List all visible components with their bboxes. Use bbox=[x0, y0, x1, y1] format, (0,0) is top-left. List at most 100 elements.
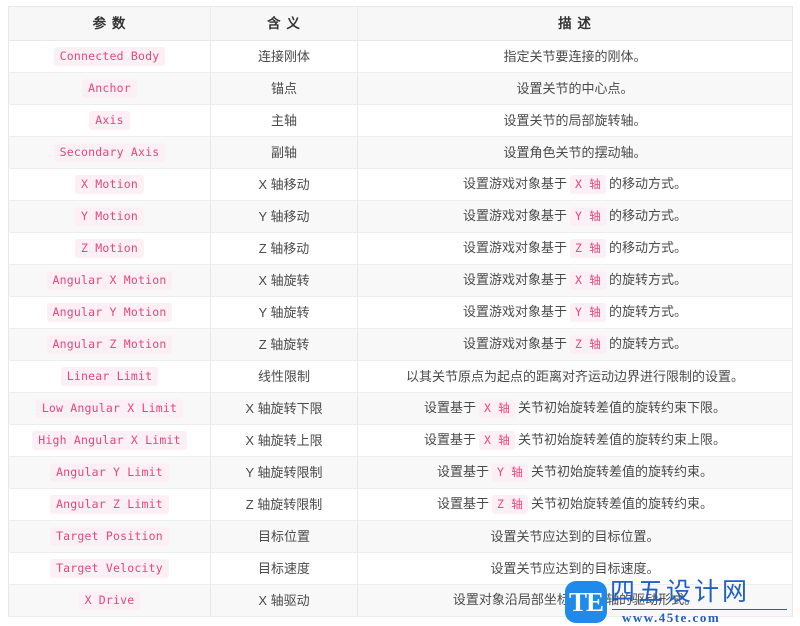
param-cell: Angular Y Motion bbox=[9, 297, 211, 329]
description-cell: 设置游戏对象基于X 轴的旋转方式。 bbox=[358, 265, 793, 297]
param-code-token: Linear Limit bbox=[61, 367, 158, 386]
param-code-token: X Motion bbox=[75, 175, 144, 194]
param-cell: Z Motion bbox=[9, 233, 211, 265]
param-code-token: Angular Z Limit bbox=[50, 495, 169, 514]
description-cell: 设置关节应达到的目标速度。 bbox=[358, 553, 793, 585]
table-body: Connected Body连接刚体指定关节要连接的刚体。Anchor锚点设置关… bbox=[9, 41, 793, 617]
param-cell: X Motion bbox=[9, 169, 211, 201]
description-text-leading: 设置基于 bbox=[424, 400, 476, 415]
description-text-trailing: 的旋转方式。 bbox=[609, 272, 687, 287]
param-code-token: Connected Body bbox=[54, 47, 166, 66]
description-text-trailing: 的旋转方式。 bbox=[609, 336, 687, 351]
param-code-token: Angular Y Limit bbox=[50, 463, 169, 482]
table-row: Low Angular X LimitX 轴旋转下限设置基于X 轴关节初始旋转差… bbox=[9, 393, 793, 425]
description-cell: 设置关节应达到的目标位置。 bbox=[358, 521, 793, 553]
meaning-cell: Z 轴旋转限制 bbox=[211, 489, 358, 521]
description-text-leading: 设置基于 bbox=[437, 496, 489, 511]
meaning-cell: X 轴旋转 bbox=[211, 265, 358, 297]
parameter-table: 参 数 含 义 描 述 Connected Body 连接刚体 指定关节要连接的刚体… bbox=[8, 6, 793, 617]
table-row: X Motion X 轴移动设置游戏对象基于X 轴的移动方式。 bbox=[9, 169, 793, 201]
meaning-cell: 连接刚体 bbox=[211, 41, 358, 73]
description-cell: 设置游戏对象基于Y 轴的旋转方式。 bbox=[358, 297, 793, 329]
description-text-trailing: 关节初始旋转差值的旋转约束。 bbox=[531, 464, 713, 479]
description-text-trailing: 的移动方式。 bbox=[609, 176, 687, 191]
description-cell: 设置基于X 轴关节初始旋转差值的旋转约束上限。 bbox=[358, 425, 793, 457]
param-code-token: Low Angular X Limit bbox=[36, 399, 183, 418]
param-code-token: Secondary Axis bbox=[54, 143, 166, 162]
param-code-token: Angular X Motion bbox=[47, 271, 173, 290]
description-text-leading: 设置游戏对象基于 bbox=[463, 208, 567, 223]
description-text-leading: 设置基于 bbox=[437, 464, 489, 479]
page-root: 参 数 含 义 描 述 Connected Body 连接刚体 指定关节要连接的刚体… bbox=[0, 0, 800, 626]
description-text-leading: 设置游戏对象基于 bbox=[463, 272, 567, 287]
param-code-token: Target Position bbox=[50, 527, 169, 546]
param-cell: Connected Body bbox=[9, 41, 211, 73]
description-cell: 设置基于X 轴关节初始旋转差值的旋转约束下限。 bbox=[358, 393, 793, 425]
table-row: X DriveX 轴驱动设置对象沿局部坐标系X轴的驱动形式。 bbox=[9, 585, 793, 617]
description-cell: 设置对象沿局部坐标系X轴的驱动形式。 bbox=[358, 585, 793, 617]
table-row: Secondary Axis 副轴 设置角色关节的摆动轴。 bbox=[9, 137, 793, 169]
param-code-token: Anchor bbox=[82, 79, 137, 98]
description-code-token: Z 轴 bbox=[492, 495, 528, 514]
description-code-token: Y 轴 bbox=[570, 303, 606, 322]
param-cell: Angular Y Limit bbox=[9, 457, 211, 489]
parameter-table-container: 参 数 含 义 描 述 Connected Body 连接刚体 指定关节要连接的刚体… bbox=[8, 6, 792, 617]
description-text-leading: 设置游戏对象基于 bbox=[463, 304, 567, 319]
description-text-leading: 指定关节要连接的刚体。 bbox=[503, 49, 646, 64]
table-header-row: 参 数 含 义 描 述 bbox=[9, 7, 793, 41]
param-code-token: Angular Z Motion bbox=[47, 335, 173, 354]
param-code-token: Z Motion bbox=[75, 239, 144, 258]
meaning-cell: 线性限制 bbox=[211, 361, 358, 393]
param-code-token: Axis bbox=[89, 111, 130, 130]
param-cell: Angular X Motion bbox=[9, 265, 211, 297]
description-cell: 设置游戏对象基于Z 轴的移动方式。 bbox=[358, 233, 793, 265]
description-text-leading: 设置关节的中心点。 bbox=[516, 81, 633, 96]
meaning-cell: Z 轴旋转 bbox=[211, 329, 358, 361]
param-cell: Low Angular X Limit bbox=[9, 393, 211, 425]
param-cell: X Drive bbox=[9, 585, 211, 617]
meaning-cell: X 轴移动 bbox=[211, 169, 358, 201]
param-cell: Y Motion bbox=[9, 201, 211, 233]
description-cell: 设置游戏对象基于X 轴的移动方式。 bbox=[358, 169, 793, 201]
table-row: High Angular X LimitX 轴旋转上限设置基于X 轴关节初始旋转… bbox=[9, 425, 793, 457]
param-code-token: Angular Y Motion bbox=[47, 303, 173, 322]
column-header-meaning: 含 义 bbox=[211, 7, 358, 41]
description-cell: 设置基于Y 轴关节初始旋转差值的旋转约束。 bbox=[358, 457, 793, 489]
table-row: Y MotionY 轴移动设置游戏对象基于Y 轴的移动方式。 bbox=[9, 201, 793, 233]
description-cell: 设置基于Z 轴关节初始旋转差值的旋转约束。 bbox=[358, 489, 793, 521]
description-code-token: Y 轴 bbox=[570, 207, 606, 226]
table-row: Angular X Motion X 轴旋转设置游戏对象基于X 轴的旋转方式。 bbox=[9, 265, 793, 297]
param-code-token: Target Velocity bbox=[50, 559, 169, 578]
column-header-param: 参 数 bbox=[9, 7, 211, 41]
description-text-leading: 设置游戏对象基于 bbox=[463, 336, 567, 351]
description-cell: 以其关节原点为起点的距离对齐运动边界进行限制的设置。 bbox=[358, 361, 793, 393]
description-code-token: X 轴 bbox=[479, 431, 515, 450]
description-code-token: Z 轴 bbox=[570, 335, 606, 354]
param-cell: Angular Z Limit bbox=[9, 489, 211, 521]
meaning-cell: Z 轴移动 bbox=[211, 233, 358, 265]
description-text-trailing: 的移动方式。 bbox=[609, 208, 687, 223]
meaning-cell: 锚点 bbox=[211, 73, 358, 105]
meaning-cell: Y 轴旋转限制 bbox=[211, 457, 358, 489]
param-code-token: X Drive bbox=[79, 591, 141, 610]
param-cell: Target Velocity bbox=[9, 553, 211, 585]
description-text-leading: 设置关节应达到的目标位置。 bbox=[490, 529, 659, 544]
description-text-leading: 设置游戏对象基于 bbox=[463, 240, 567, 255]
param-cell: Target Position bbox=[9, 521, 211, 553]
table-row: Target Velocity目标速度设置关节应达到的目标速度。 bbox=[9, 553, 793, 585]
table-head: 参 数 含 义 描 述 bbox=[9, 7, 793, 41]
meaning-cell: 副轴 bbox=[211, 137, 358, 169]
description-text-trailing: 的旋转方式。 bbox=[609, 304, 687, 319]
description-text-leading: 设置对象沿局部坐标系 bbox=[453, 592, 583, 607]
description-text-leading: 设置基于 bbox=[424, 432, 476, 447]
table-row: Angular Y MotionY 轴旋转设置游戏对象基于Y 轴的旋转方式。 bbox=[9, 297, 793, 329]
description-text-leading: 设置角色关节的摆动轴。 bbox=[503, 145, 646, 160]
table-row: Angular Y Limit Y 轴旋转限制设置基于Y 轴关节初始旋转差值的旋转… bbox=[9, 457, 793, 489]
description-text-leading: 以其关节原点为起点的距离对齐运动边界进行限制的设置。 bbox=[406, 369, 744, 384]
table-row: Axis主轴设置关节的局部旋转轴。 bbox=[9, 105, 793, 137]
meaning-cell: X 轴旋转上限 bbox=[211, 425, 358, 457]
table-row: Z Motion Z 轴移动设置游戏对象基于Z 轴的移动方式。 bbox=[9, 233, 793, 265]
meaning-cell: Y 轴旋转 bbox=[211, 297, 358, 329]
table-row: Target Position 目标位置 设置关节应达到的目标位置。 bbox=[9, 521, 793, 553]
meaning-cell: 目标位置 bbox=[211, 521, 358, 553]
